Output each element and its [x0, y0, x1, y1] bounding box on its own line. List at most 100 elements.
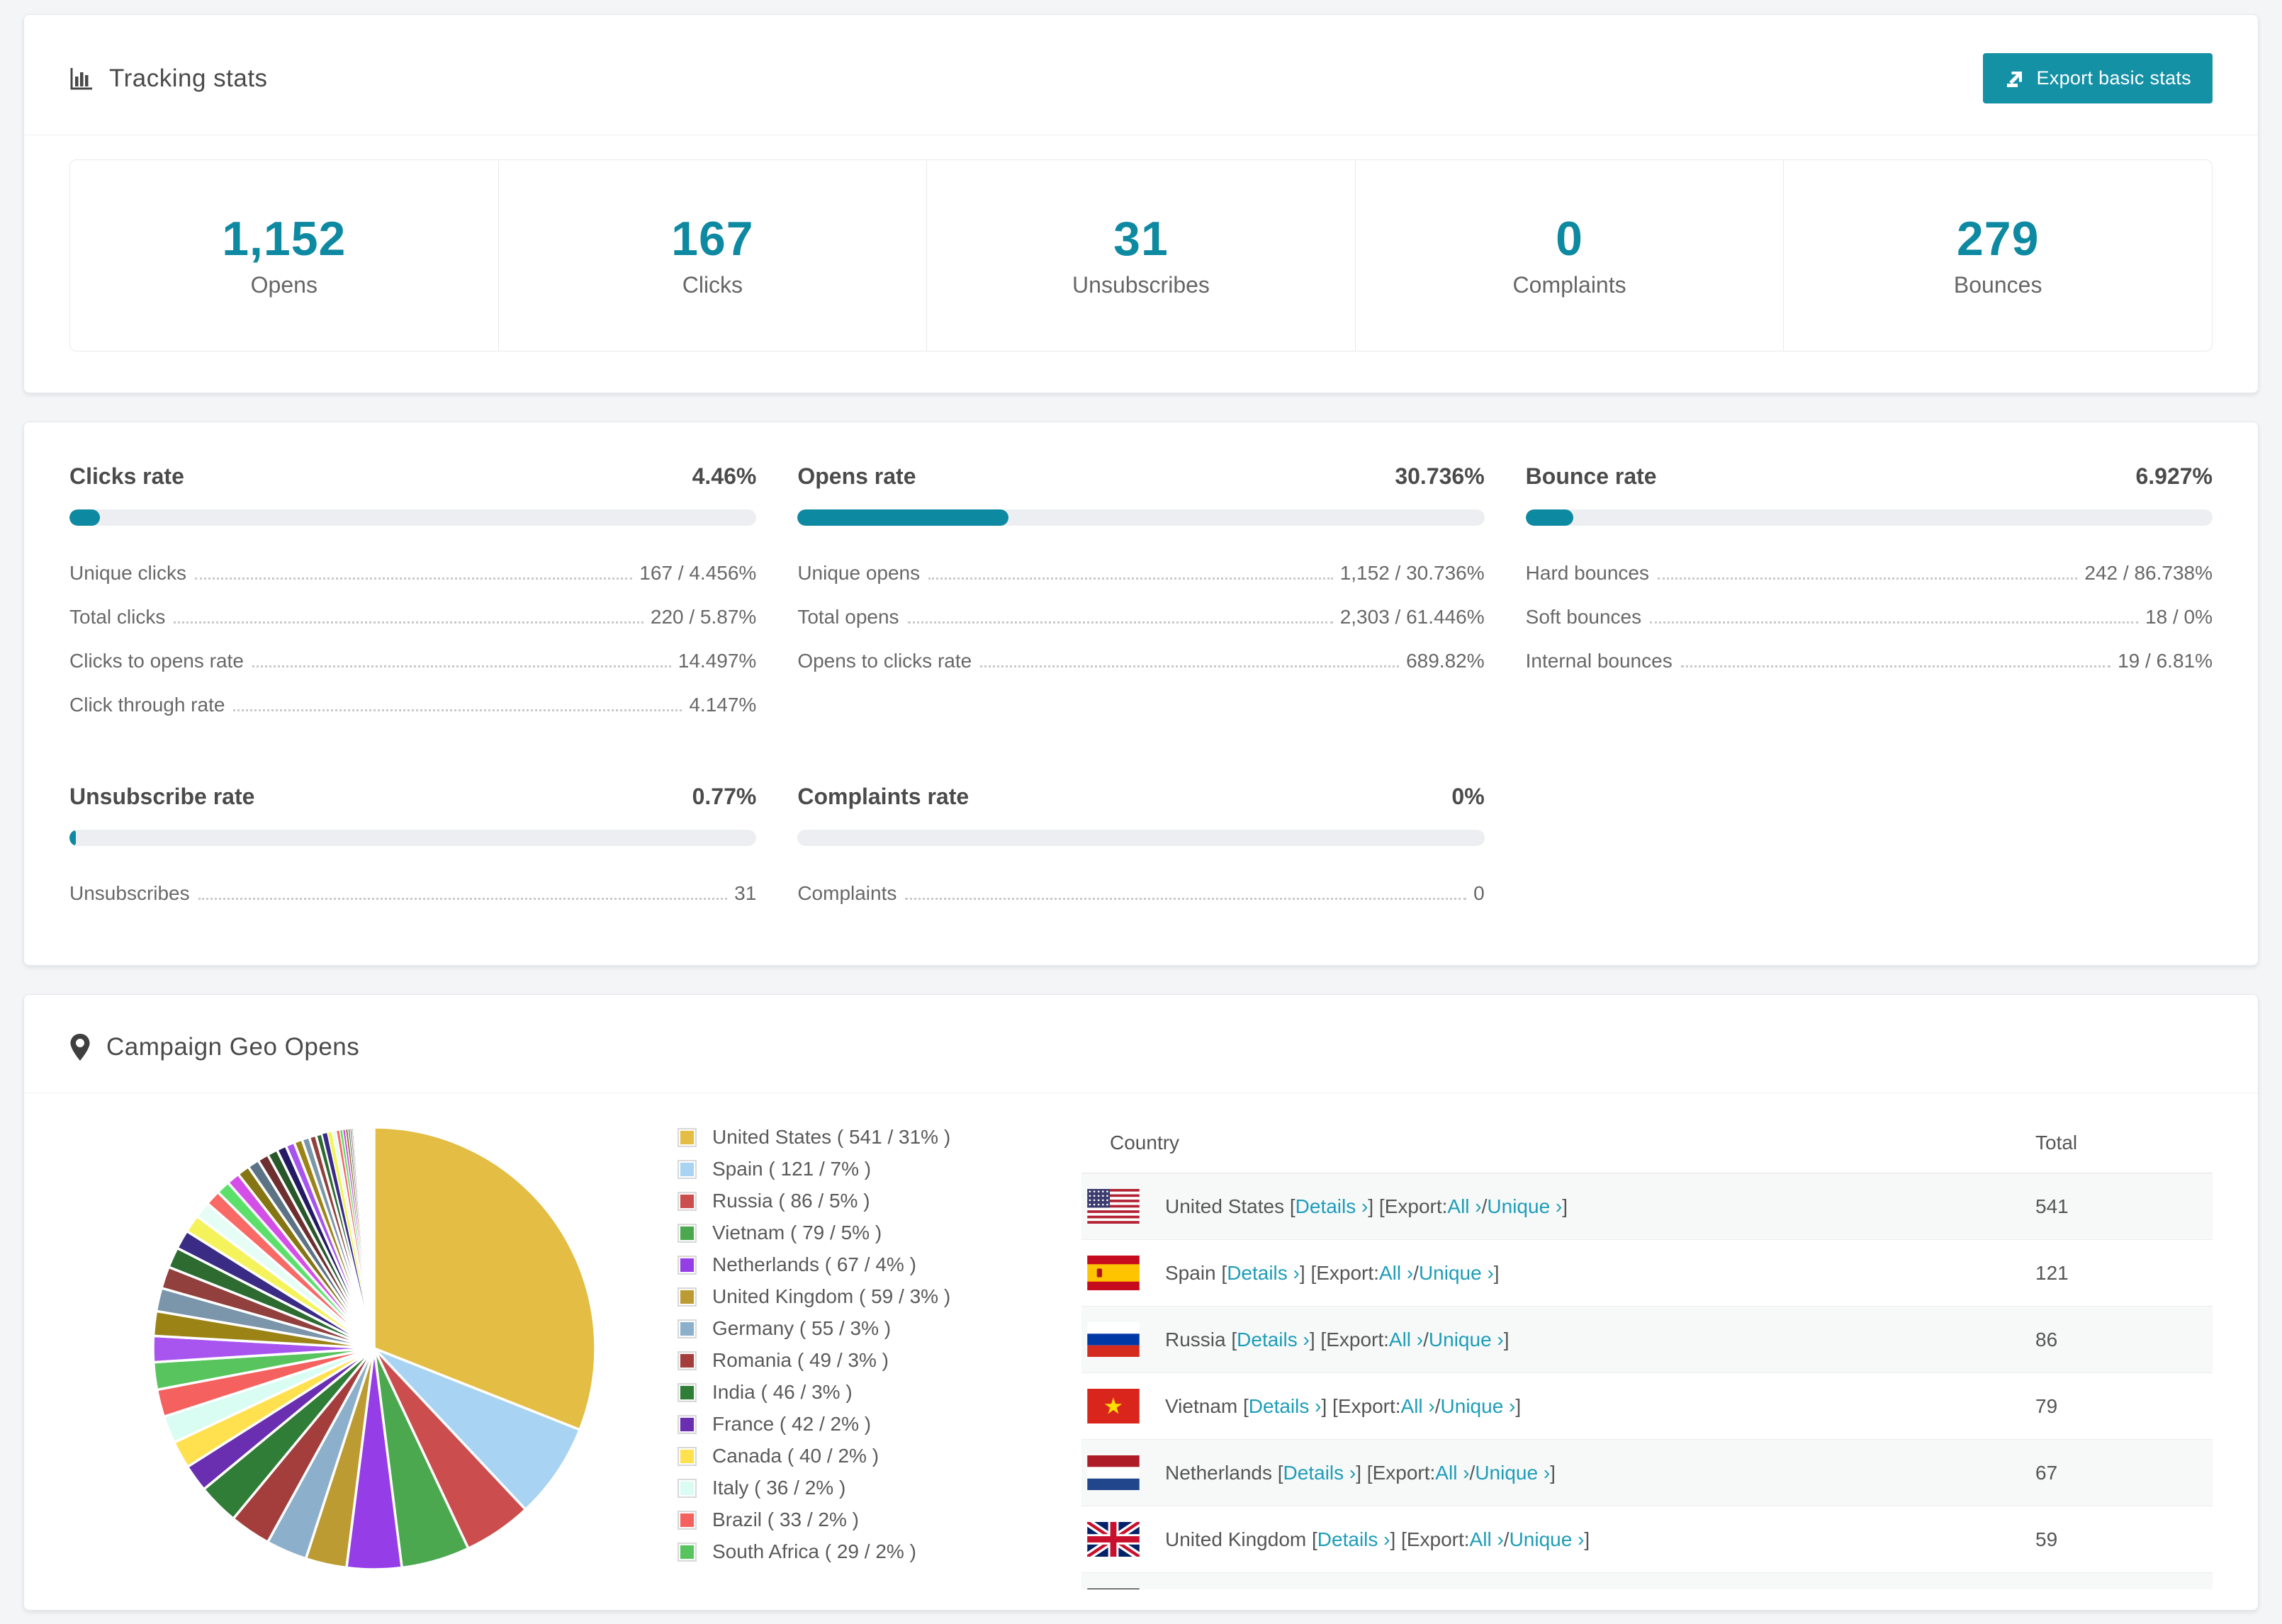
- rate-row-value: 1,152 / 30.736%: [1339, 562, 1485, 584]
- export-unique-link-netherlands[interactable]: Unique ›: [1475, 1462, 1550, 1484]
- bracket-text: [: [1243, 1394, 1249, 1417]
- rate-row-value: 4.147%: [689, 694, 757, 716]
- geo-pie-chart: [147, 1122, 601, 1589]
- bracket-text: ]: [1503, 1328, 1510, 1350]
- progress-fill: [69, 830, 76, 846]
- bracket-text: ] [Export:: [1356, 1461, 1436, 1484]
- legend-item: United Kingdom ( 59 / 3% ): [678, 1285, 1074, 1308]
- bracket-text: /: [1503, 1528, 1510, 1550]
- rate-row-label: Opens to clicks rate: [797, 650, 972, 672]
- rate-row-value: 14.497%: [678, 650, 757, 672]
- details-link-vietnam[interactable]: Details ›: [1249, 1395, 1322, 1418]
- bracket-text: ]: [1493, 1261, 1500, 1284]
- details-link-spain[interactable]: Details ›: [1227, 1262, 1300, 1285]
- bracket-text: /: [1469, 1461, 1476, 1484]
- export-all-link-united-states[interactable]: All ›: [1447, 1195, 1481, 1218]
- legend-item: United States ( 541 / 31% ): [678, 1126, 1074, 1149]
- legend-item: Romania ( 49 / 3% ): [678, 1349, 1074, 1372]
- page: Tracking stats Export basic stats 1,152 O…: [0, 0, 2282, 1611]
- rate-row-value: 19 / 6.81%: [2118, 650, 2213, 672]
- legend-label: United States ( 541 / 31% ): [712, 1126, 951, 1148]
- country-name: Vietnam: [1165, 1394, 1243, 1417]
- stat-value: 0: [1556, 212, 1583, 266]
- rate-value: 6.927%: [2135, 463, 2213, 489]
- rate-row: Complaints 0: [797, 872, 1484, 915]
- rate-rows: Unique opens 1,152 / 30.736% Total opens 2,…: [797, 551, 1484, 683]
- legend-label: South Africa ( 29 / 2% ): [712, 1540, 916, 1562]
- flag-icon-vn: [1087, 1389, 1140, 1423]
- details-link-netherlands[interactable]: Details ›: [1283, 1462, 1356, 1484]
- export-all-link-vietnam[interactable]: All ›: [1401, 1395, 1435, 1418]
- rate-head: Unsubscribe rate 0.77%: [69, 784, 756, 810]
- column-header-country: Country: [1081, 1122, 2035, 1173]
- rate-row-label: Soft bounces: [1525, 606, 1642, 628]
- dotted-leader: [928, 577, 1333, 580]
- tracking-stats-card: Tracking stats Export basic stats 1,152 O…: [23, 14, 2259, 393]
- stat-label: Bounces: [1953, 272, 2042, 298]
- bracket-text: [: [1312, 1528, 1317, 1550]
- progress-fill: [797, 509, 1009, 526]
- bracket-text: ]: [1515, 1394, 1522, 1417]
- progress-bar-opens-rate: [797, 509, 1485, 526]
- flag-icon-nl: [1087, 1455, 1140, 1490]
- export-unique-link-russia[interactable]: Unique ›: [1429, 1329, 1504, 1351]
- dotted-leader: [198, 898, 728, 900]
- country-cell-td: Netherlands [Details ›] [Export: All › /…: [1081, 1439, 2035, 1506]
- legend-swatch: [678, 1255, 697, 1275]
- details-link-united-kingdom[interactable]: Details ›: [1317, 1528, 1390, 1551]
- country-cell-td: Vietnam [Details ›] [Export: All › / Uni…: [1081, 1372, 2035, 1440]
- rate-row-value: 242 / 86.738%: [2084, 562, 2213, 584]
- legend-swatch: [678, 1414, 697, 1434]
- export-all-link-spain[interactable]: All ›: [1379, 1262, 1413, 1285]
- rate-rows: Unique clicks 167 / 4.456% Total clicks 220…: [69, 551, 756, 727]
- rate-row: Unique opens 1,152 / 30.736%: [797, 551, 1484, 595]
- rate-title: Bounce rate: [1525, 463, 1657, 489]
- export-all-link-netherlands[interactable]: All ›: [1435, 1462, 1469, 1484]
- details-link-russia[interactable]: Details ›: [1237, 1329, 1310, 1351]
- bracket-text: /: [1423, 1328, 1429, 1350]
- details-link-united-states[interactable]: Details ›: [1295, 1195, 1368, 1218]
- export-all-link-russia[interactable]: All ›: [1389, 1329, 1423, 1351]
- page-title: Tracking stats: [109, 64, 268, 92]
- stat-label: Unsubscribes: [1072, 272, 1210, 298]
- legend-item: Vietnam ( 79 / 5% ): [678, 1222, 1074, 1244]
- export-basic-stats-button[interactable]: Export basic stats: [1982, 53, 2213, 103]
- rate-row-value: 220 / 5.87%: [650, 606, 757, 628]
- rate-row-label: Internal bounces: [1525, 650, 1673, 672]
- rate-row-label: Total clicks: [69, 606, 166, 628]
- rate-row-label: Unique clicks: [69, 562, 186, 584]
- country-name: United Kingdom: [1165, 1528, 1313, 1550]
- rate-row: Unique clicks 167 / 4.456%: [69, 551, 756, 595]
- legend-item: Netherlands ( 67 / 4% ): [678, 1253, 1074, 1276]
- legend-swatch: [678, 1223, 697, 1243]
- table-row-vietnam: Vietnam [Details ›] [Export: All › / Uni…: [1081, 1372, 2213, 1440]
- total-cell: 86: [2035, 1306, 2213, 1373]
- rate-row-value: 167 / 4.456%: [639, 562, 757, 584]
- flag-icon-us: [1087, 1189, 1140, 1224]
- export-unique-link-united-states[interactable]: Unique ›: [1487, 1195, 1562, 1218]
- legend-swatch: [678, 1382, 697, 1402]
- export-unique-link-united-kingdom[interactable]: Unique ›: [1510, 1528, 1585, 1551]
- bracket-text: /: [1481, 1195, 1488, 1217]
- rate-row-value: 689.82%: [1406, 650, 1485, 672]
- dotted-leader: [907, 621, 1333, 624]
- country-name: Spain: [1165, 1261, 1222, 1284]
- export-unique-link-spain[interactable]: Unique ›: [1419, 1262, 1494, 1285]
- total-cell: 67: [2035, 1439, 2213, 1506]
- stat-value: 279: [1956, 212, 2040, 266]
- bracket-text: ] [Export:: [1390, 1528, 1470, 1550]
- bracket-text: [: [1221, 1261, 1227, 1284]
- export-unique-link-vietnam[interactable]: Unique ›: [1441, 1395, 1516, 1418]
- rate-row-label: Complaints: [797, 882, 897, 904]
- dotted-leader: [194, 577, 633, 580]
- rate-block-complaints-rate: Complaints rate 0% Complaints 0: [797, 784, 1485, 915]
- table-row-spain: Spain [Details ›] [Export: All › / Uniqu…: [1081, 1239, 2213, 1307]
- legend-swatch: [678, 1287, 697, 1307]
- export-all-link-united-kingdom[interactable]: All ›: [1470, 1528, 1504, 1551]
- legend-swatch: [678, 1446, 697, 1466]
- stat-label: Clicks: [682, 272, 743, 298]
- rate-row: Total clicks 220 / 5.87%: [69, 595, 756, 639]
- legend-label: Russia ( 86 / 5% ): [712, 1190, 870, 1212]
- flag-icon-es: [1087, 1256, 1140, 1290]
- country-cell: Netherlands [Details ›] [Export: All › /…: [1081, 1455, 2035, 1490]
